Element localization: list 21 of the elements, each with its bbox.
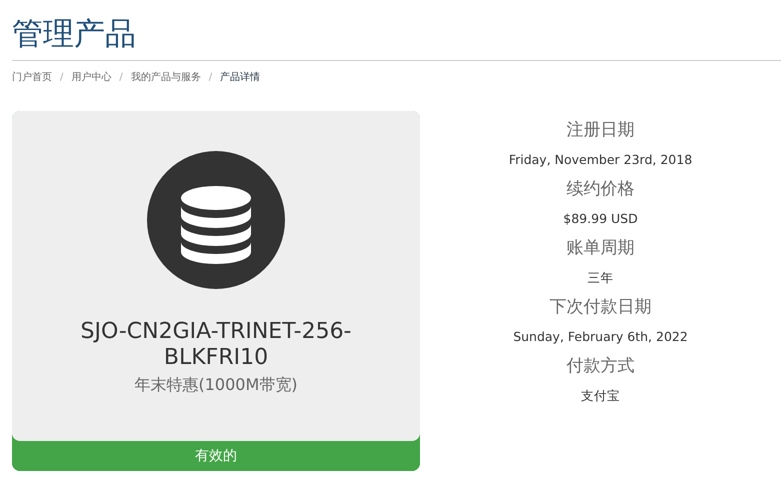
detail-label: 续约价格: [566, 178, 634, 201]
product-group: 年末特惠(1000M带宽): [134, 375, 298, 396]
detail-value: Sunday, February 6th, 2022: [513, 328, 688, 346]
breadcrumb-separator: /: [208, 72, 212, 82]
detail-label: 账单周期: [566, 237, 634, 260]
page-title: 管理产品: [12, 15, 136, 54]
detail-value: 三年: [588, 269, 614, 287]
breadcrumb-separator: /: [119, 72, 123, 82]
breadcrumb-link[interactable]: 产品详情: [220, 70, 260, 84]
detail-label: 下次付款日期: [550, 296, 652, 319]
breadcrumb-link[interactable]: 门户首页: [12, 70, 52, 84]
database-icon: [147, 151, 285, 289]
breadcrumb-link[interactable]: 用户中心: [71, 70, 112, 84]
detail-value: 支付宝: [581, 387, 620, 405]
detail-label: 注册日期: [566, 119, 634, 142]
product-name: SJO-CN2GIA-TRINET-256-BLKFRI10: [79, 319, 352, 371]
detail-label: 付款方式: [566, 355, 634, 378]
breadcrumb-link[interactable]: 我的产品与服务: [130, 70, 201, 84]
detail-value: Friday, November 23rd, 2018: [508, 151, 692, 169]
breadcrumb-separator: /: [60, 72, 64, 82]
detail-value: $89.99 USD: [563, 210, 638, 228]
